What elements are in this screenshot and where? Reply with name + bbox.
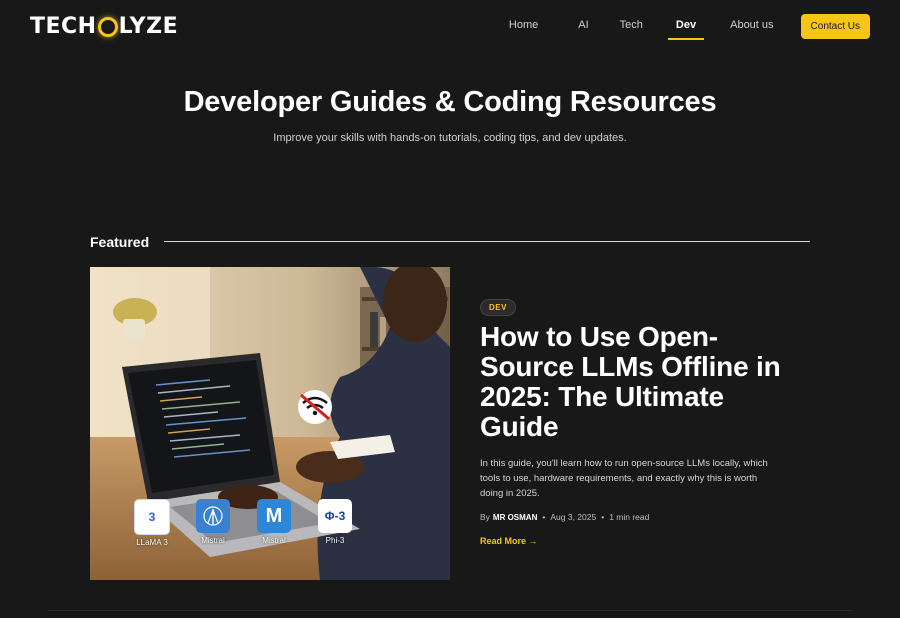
llm-badge-mistral-m: M Mistral: [254, 499, 294, 547]
author-name[interactable]: MR OSMAN: [493, 513, 537, 522]
featured-article-image[interactable]: 3 LLaMA 3 Mistral M Mistral Φ-3 Phi-3: [90, 267, 450, 580]
publish-date: Aug 3, 2025: [550, 512, 597, 522]
llama-icon: 3: [134, 499, 170, 535]
mistral-m-glyph: M: [265, 504, 283, 527]
phi-icon-glyph: Φ-3: [324, 509, 346, 523]
logo-text-right: LYZE: [118, 14, 179, 39]
article-meta: By MR OSMAN • Aug 3, 2025 • 1 min read: [480, 512, 649, 522]
llm-badge-phi: Φ-3 Phi-3: [315, 499, 355, 547]
featured-section-label: Featured: [90, 234, 150, 250]
llm-label: Mistral: [201, 536, 225, 545]
llama-icon-glyph: 3: [148, 510, 156, 524]
phi-icon: Φ-3: [318, 499, 352, 533]
page-title: Developer Guides & Coding Resources: [183, 86, 717, 118]
llm-badge-llama: 3 LLaMA 3: [132, 499, 172, 547]
featured-article-excerpt: In this guide, you'll learn how to run o…: [480, 458, 768, 499]
category-tag[interactable]: DEV: [480, 299, 516, 316]
nav-about-us[interactable]: About us: [730, 13, 773, 39]
nav-dev[interactable]: Dev: [667, 13, 705, 40]
llm-label: Mistral: [262, 536, 286, 545]
llm-label: LLaMA 3: [136, 538, 168, 547]
meta-separator: •: [601, 512, 605, 522]
logo-text-left: TECH: [30, 14, 97, 39]
mistral-m-icon: M: [257, 499, 291, 533]
page: TECH LYZE Home AI Tech Dev About us Cont…: [0, 0, 900, 618]
tower-icon: [203, 506, 223, 526]
featured-divider: [164, 241, 810, 242]
nav-home[interactable]: Home: [509, 13, 538, 39]
llm-badge-mistral-tower: Mistral: [193, 499, 233, 547]
meta-separator: •: [542, 512, 546, 522]
mistral-tower-icon: [196, 499, 230, 533]
site-header: TECH LYZE Home AI Tech Dev About us Cont…: [0, 0, 900, 50]
llm-badges: 3 LLaMA 3 Mistral M Mistral Φ-3 Phi-3: [132, 499, 355, 547]
contact-us-button[interactable]: Contact Us: [800, 13, 870, 39]
logo-sun-icon: [97, 17, 118, 37]
page-subtitle: Improve your skills with hands-on tutori…: [273, 132, 627, 144]
nav-ai[interactable]: AI: [578, 13, 588, 39]
llm-label: Phi-3: [325, 536, 345, 545]
by-label: By: [480, 512, 490, 522]
section-divider: [48, 610, 852, 611]
featured-article-title[interactable]: How to Use Open-Source LLMs Offline in 2…: [480, 322, 790, 442]
nav-tech[interactable]: Tech: [620, 13, 643, 39]
read-time: 1 min read: [609, 512, 650, 522]
read-more-link[interactable]: Read More →: [480, 536, 538, 546]
main-nav: Home AI Tech Dev About us Contact Us: [509, 13, 870, 40]
site-logo[interactable]: TECH LYZE: [30, 14, 178, 40]
